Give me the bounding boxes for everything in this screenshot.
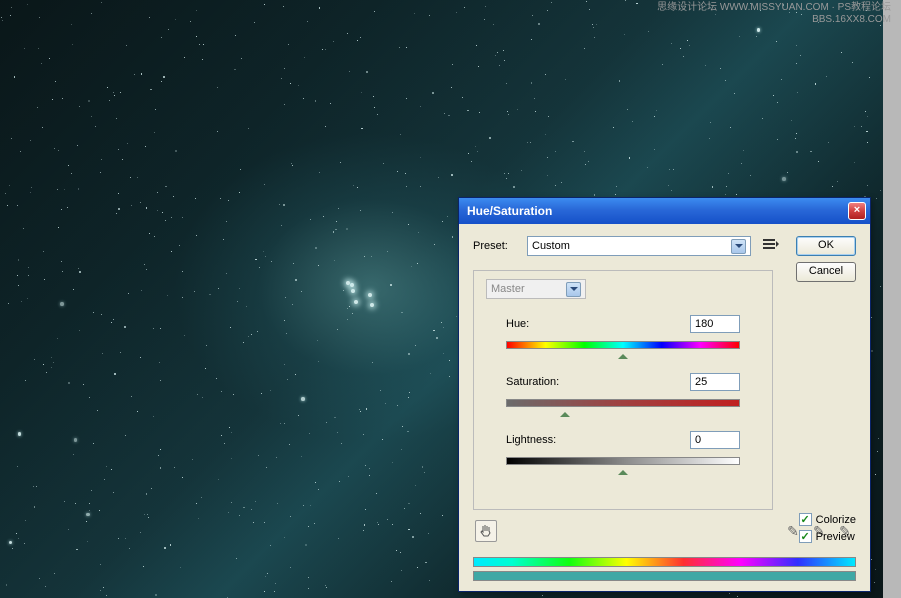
- close-button[interactable]: ×: [848, 202, 866, 220]
- edit-channel-select: Master: [486, 279, 586, 299]
- hue-thumb[interactable]: [618, 349, 628, 357]
- result-bar: [473, 571, 856, 581]
- watermark-line2: BBS.16XX8.COM: [657, 14, 891, 26]
- preset-menu-icon[interactable]: [763, 239, 779, 253]
- edit-value: Master: [491, 283, 525, 295]
- lightness-row: Lightness:: [506, 431, 740, 449]
- hue-label: Hue:: [506, 318, 529, 330]
- preview-checkbox[interactable]: ✓ Preview: [799, 530, 856, 543]
- scrubby-hand-icon[interactable]: [475, 520, 497, 542]
- chevron-down-icon: [731, 239, 746, 254]
- dialog-title: Hue/Saturation: [467, 204, 848, 218]
- dialog-titlebar[interactable]: Hue/Saturation ×: [459, 198, 870, 224]
- colorize-label: Colorize: [816, 514, 856, 526]
- lightness-thumb[interactable]: [618, 465, 628, 473]
- saturation-track: [506, 399, 740, 407]
- preset-select[interactable]: Custom: [527, 236, 751, 256]
- preset-label: Preset:: [473, 240, 519, 252]
- adjustment-group: Master Hue: Saturation: Lightness:: [473, 270, 773, 510]
- saturation-row: Saturation:: [506, 373, 740, 391]
- hue-slider[interactable]: [506, 341, 740, 355]
- hue-row: Hue:: [506, 315, 740, 333]
- lightness-slider[interactable]: [506, 457, 740, 471]
- check-icon: ✓: [799, 530, 812, 543]
- colorize-checkbox[interactable]: ✓ Colorize: [799, 513, 856, 526]
- preview-label: Preview: [816, 531, 855, 543]
- watermark-line1: 思缘设计论坛 WWW.MISSYUAN.COM · PS教程论坛: [657, 2, 891, 14]
- saturation-label: Saturation:: [506, 376, 559, 388]
- lightness-track: [506, 457, 740, 465]
- ok-button[interactable]: OK: [796, 236, 856, 256]
- hue-input[interactable]: [690, 315, 740, 333]
- hue-track: [506, 341, 740, 349]
- watermark: 思缘设计论坛 WWW.MISSYUAN.COM · PS教程论坛 BBS.16X…: [657, 2, 891, 26]
- cancel-button[interactable]: Cancel: [796, 262, 856, 282]
- checkbox-group: ✓ Colorize ✓ Preview: [799, 513, 856, 543]
- lightness-input[interactable]: [690, 431, 740, 449]
- dialog-buttons: OK Cancel: [796, 236, 856, 282]
- lightness-label: Lightness:: [506, 434, 556, 446]
- color-bars: [473, 557, 856, 581]
- hue-saturation-dialog: Hue/Saturation × Preset: Custom OK Cance…: [458, 197, 871, 592]
- saturation-thumb[interactable]: [560, 407, 570, 415]
- saturation-slider[interactable]: [506, 399, 740, 413]
- check-icon: ✓: [799, 513, 812, 526]
- chevron-down-icon: [566, 282, 581, 297]
- saturation-input[interactable]: [690, 373, 740, 391]
- preset-value: Custom: [532, 240, 570, 252]
- spectrum-bar: [473, 557, 856, 567]
- dialog-body: Preset: Custom OK Cancel Master Hue:: [459, 224, 870, 591]
